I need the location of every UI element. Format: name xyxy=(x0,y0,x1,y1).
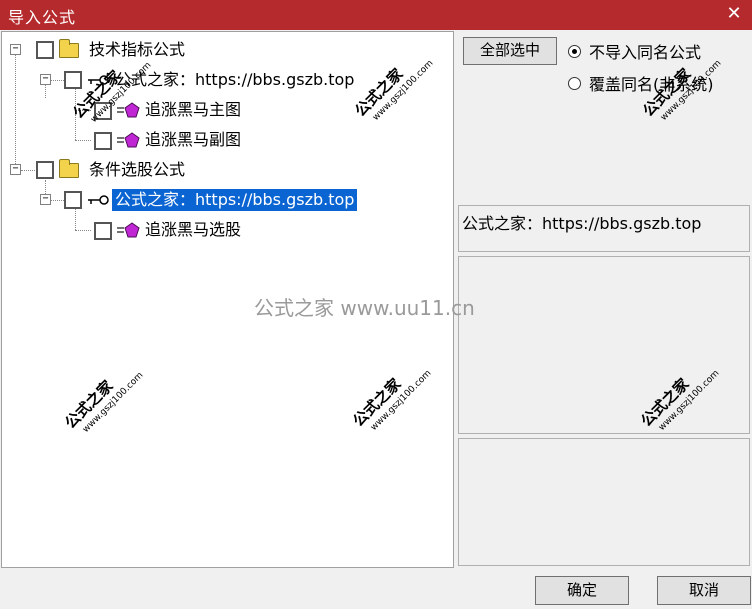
collapse-icon[interactable]: − xyxy=(40,194,51,205)
key-icon xyxy=(88,195,109,205)
tree-node-formula-select[interactable]: 追涨黑马选股 xyxy=(2,218,442,242)
node-label: 追涨黑马主图 xyxy=(145,100,242,119)
node-label: 条件选股公式 xyxy=(89,160,186,179)
tree-node-source-2[interactable]: − 公式之家：https://bbs.gszb.top xyxy=(2,188,442,212)
folder-icon xyxy=(59,159,79,178)
collapse-icon[interactable]: − xyxy=(10,164,21,175)
node-checkbox[interactable] xyxy=(94,222,112,240)
radio-no-import[interactable]: 不导入同名公式 xyxy=(568,40,701,62)
folder-icon xyxy=(59,39,79,58)
formula-detail-panel xyxy=(458,256,750,434)
close-icon[interactable]: ✕ xyxy=(724,3,744,25)
node-label: 追涨黑马选股 xyxy=(145,220,242,239)
formula-icon xyxy=(117,222,140,238)
collapse-icon[interactable]: − xyxy=(40,74,51,85)
radio-label: 不导入同名公式 xyxy=(589,43,702,62)
node-checkbox[interactable] xyxy=(64,71,82,89)
formula-icon xyxy=(117,132,140,148)
formula-notes-panel xyxy=(458,438,750,566)
window-title: 导入公式 xyxy=(8,8,77,27)
tree-node-formula-sub[interactable]: 追涨黑马副图 xyxy=(2,128,442,152)
ok-button[interactable]: 确定 xyxy=(535,576,629,605)
cancel-button[interactable]: 取消 xyxy=(657,576,751,605)
dialog-footer xyxy=(0,569,752,609)
watermark-center: 公式之家 www.uu11.cn xyxy=(254,296,475,320)
title-bar: 导入公式 ✕ xyxy=(0,0,752,30)
select-all-button[interactable]: 全部选中 xyxy=(463,37,557,65)
node-checkbox[interactable] xyxy=(64,191,82,209)
radio-button[interactable] xyxy=(568,76,581,90)
radio-button-checked[interactable] xyxy=(568,44,581,58)
node-checkbox[interactable] xyxy=(36,161,54,179)
node-label-selected: 公式之家：https://bbs.gszb.top xyxy=(112,189,358,211)
collapse-icon[interactable]: − xyxy=(10,44,21,55)
tree-node-tech-indicators[interactable]: − 技术指标公式 xyxy=(2,38,442,62)
tree-node-stock-selection[interactable]: − 条件选股公式 xyxy=(2,158,442,182)
description-text: 公式之家：https://bbs.gszb.top xyxy=(462,214,702,233)
node-label: 追涨黑马副图 xyxy=(145,130,242,149)
node-checkbox[interactable] xyxy=(94,132,112,150)
formula-description: 公式之家：https://bbs.gszb.top xyxy=(458,205,750,252)
node-checkbox[interactable] xyxy=(36,41,54,59)
